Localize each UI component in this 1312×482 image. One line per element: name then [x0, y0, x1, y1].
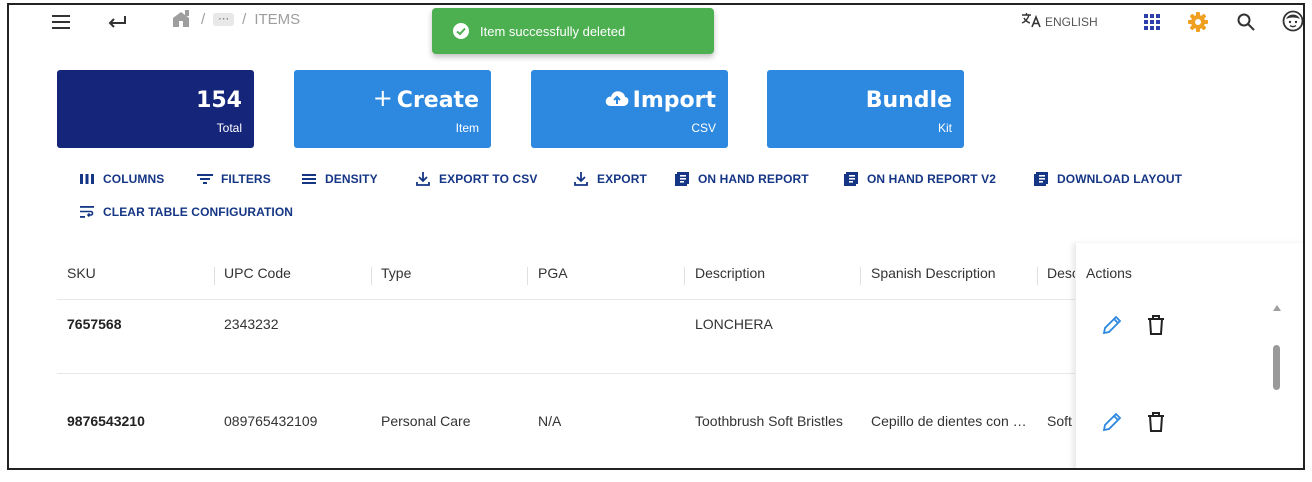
column-separator[interactable]: [371, 267, 372, 285]
clear-table-configuration-button[interactable]: CLEAR TABLE CONFIGURATION: [79, 204, 293, 220]
create-item-button[interactable]: + Create Item: [294, 70, 491, 148]
report-icon: [675, 172, 689, 186]
cell-sku: 7657568: [67, 316, 122, 332]
column-header-description[interactable]: Description: [695, 265, 765, 281]
breadcrumb-separator: /: [242, 10, 247, 28]
snackbar: Item successfully deleted: [432, 8, 714, 54]
menu-icon[interactable]: [49, 11, 73, 33]
delete-trash-icon[interactable]: [1144, 313, 1168, 337]
column-header-sku[interactable]: SKU: [67, 265, 96, 281]
export-label: EXPORT: [597, 172, 647, 186]
bundle-title: Bundle: [865, 88, 952, 113]
cell-sku: 9876543210: [67, 413, 145, 429]
home-icon[interactable]: [171, 10, 193, 28]
export-button[interactable]: EXPORT: [573, 171, 647, 187]
columns-icon: [80, 174, 94, 184]
on-hand-report-v2-button[interactable]: ON HAND REPORT V2: [843, 171, 996, 187]
filters-label: FILTERS: [221, 172, 271, 186]
breadcrumb: / ⋯ / ITEMS: [171, 10, 300, 28]
scroll-up-arrow[interactable]: [1273, 305, 1281, 311]
density-label: DENSITY: [325, 172, 378, 186]
filters-button[interactable]: FILTERS: [197, 171, 271, 187]
create-title: Create: [396, 88, 479, 113]
cell-upc: 089765432109: [224, 413, 318, 429]
vertical-scrollbar[interactable]: [1273, 345, 1280, 390]
column-header-pga[interactable]: PGA: [538, 265, 568, 281]
cell-type: Personal Care: [381, 413, 471, 429]
cell-desc: Soft: [1047, 413, 1072, 429]
cloud-upload-icon: [605, 88, 629, 113]
column-header-spanish-description[interactable]: Spanish Description: [871, 265, 996, 281]
row-divider: [57, 299, 1075, 300]
app-frame: / ⋯ / ITEMS ENGLISH Item successfully de…: [7, 3, 1305, 470]
search-icon[interactable]: [1235, 11, 1257, 33]
filter-icon: [197, 174, 213, 184]
cell-pga: N/A: [538, 413, 562, 429]
bundle-subtitle: Kit: [937, 121, 952, 135]
download-layout-button[interactable]: DOWNLOAD LAYOUT: [1033, 171, 1182, 187]
download-icon: [416, 172, 430, 186]
check-circle-icon: [452, 22, 470, 40]
actions-column: Actions: [1075, 243, 1303, 468]
on-hand-report-v2-label: ON HAND REPORT V2: [867, 172, 997, 186]
edit-pencil-icon[interactable]: [1100, 313, 1124, 337]
total-card: 154 Total: [57, 70, 254, 148]
plus-icon: +: [372, 83, 393, 112]
avatar-icon[interactable]: [1281, 9, 1303, 33]
column-header-type[interactable]: Type: [381, 265, 411, 281]
gear-icon[interactable]: [1187, 11, 1209, 33]
total-label: Total: [216, 121, 242, 135]
column-header-desc[interactable]: Desc: [1047, 265, 1075, 281]
report-icon: [844, 172, 858, 186]
translate-icon: [1021, 12, 1043, 31]
clear-config-icon: [80, 206, 94, 218]
import-title: Import: [632, 88, 716, 113]
export-csv-button[interactable]: EXPORT TO CSV: [415, 171, 537, 187]
cell-description: LONCHERA: [695, 316, 773, 332]
on-hand-report-button[interactable]: ON HAND REPORT: [674, 171, 809, 187]
language-label: ENGLISH: [1045, 14, 1098, 29]
bundle-kit-button[interactable]: Bundle Kit: [767, 70, 964, 148]
column-separator[interactable]: [1037, 267, 1038, 285]
density-button[interactable]: DENSITY: [301, 171, 378, 187]
edit-pencil-icon[interactable]: [1100, 410, 1124, 434]
export-csv-label: EXPORT TO CSV: [439, 172, 538, 186]
column-separator[interactable]: [684, 267, 685, 285]
create-subtitle: Item: [455, 121, 479, 135]
column-header-upc[interactable]: UPC Code: [224, 265, 291, 281]
cell-description: Toothbrush Soft Bristles: [695, 413, 843, 429]
download-icon: [574, 172, 588, 186]
column-separator[interactable]: [860, 267, 861, 285]
import-csv-button[interactable]: Import CSV: [531, 70, 728, 148]
columns-label: COLUMNS: [103, 172, 165, 186]
back-arrow-icon[interactable]: [105, 11, 129, 33]
column-separator[interactable]: [527, 267, 528, 285]
import-subtitle: CSV: [691, 121, 716, 135]
snackbar-message: Item successfully deleted: [480, 23, 626, 39]
total-count: 154: [196, 88, 242, 113]
breadcrumb-more-button[interactable]: ⋯: [213, 12, 235, 26]
columns-button[interactable]: COLUMNS: [79, 171, 164, 187]
breadcrumb-separator: /: [201, 10, 206, 28]
density-icon: [302, 174, 316, 184]
column-separator[interactable]: [214, 267, 215, 285]
column-header-actions: Actions: [1086, 265, 1132, 281]
language-selector[interactable]: ENGLISH: [1021, 12, 1098, 31]
apps-icon[interactable]: [1141, 11, 1163, 33]
cell-upc: 2343232: [224, 316, 279, 332]
delete-trash-icon[interactable]: [1144, 410, 1168, 434]
breadcrumb-current: ITEMS: [254, 10, 301, 28]
on-hand-report-label: ON HAND REPORT: [698, 172, 809, 186]
clear-config-label: CLEAR TABLE CONFIGURATION: [103, 205, 294, 219]
report-icon: [1034, 172, 1048, 186]
cell-spanish-description: Cepillo de dientes con …: [871, 413, 1027, 429]
download-layout-label: DOWNLOAD LAYOUT: [1057, 172, 1183, 186]
row-divider: [57, 373, 1075, 374]
